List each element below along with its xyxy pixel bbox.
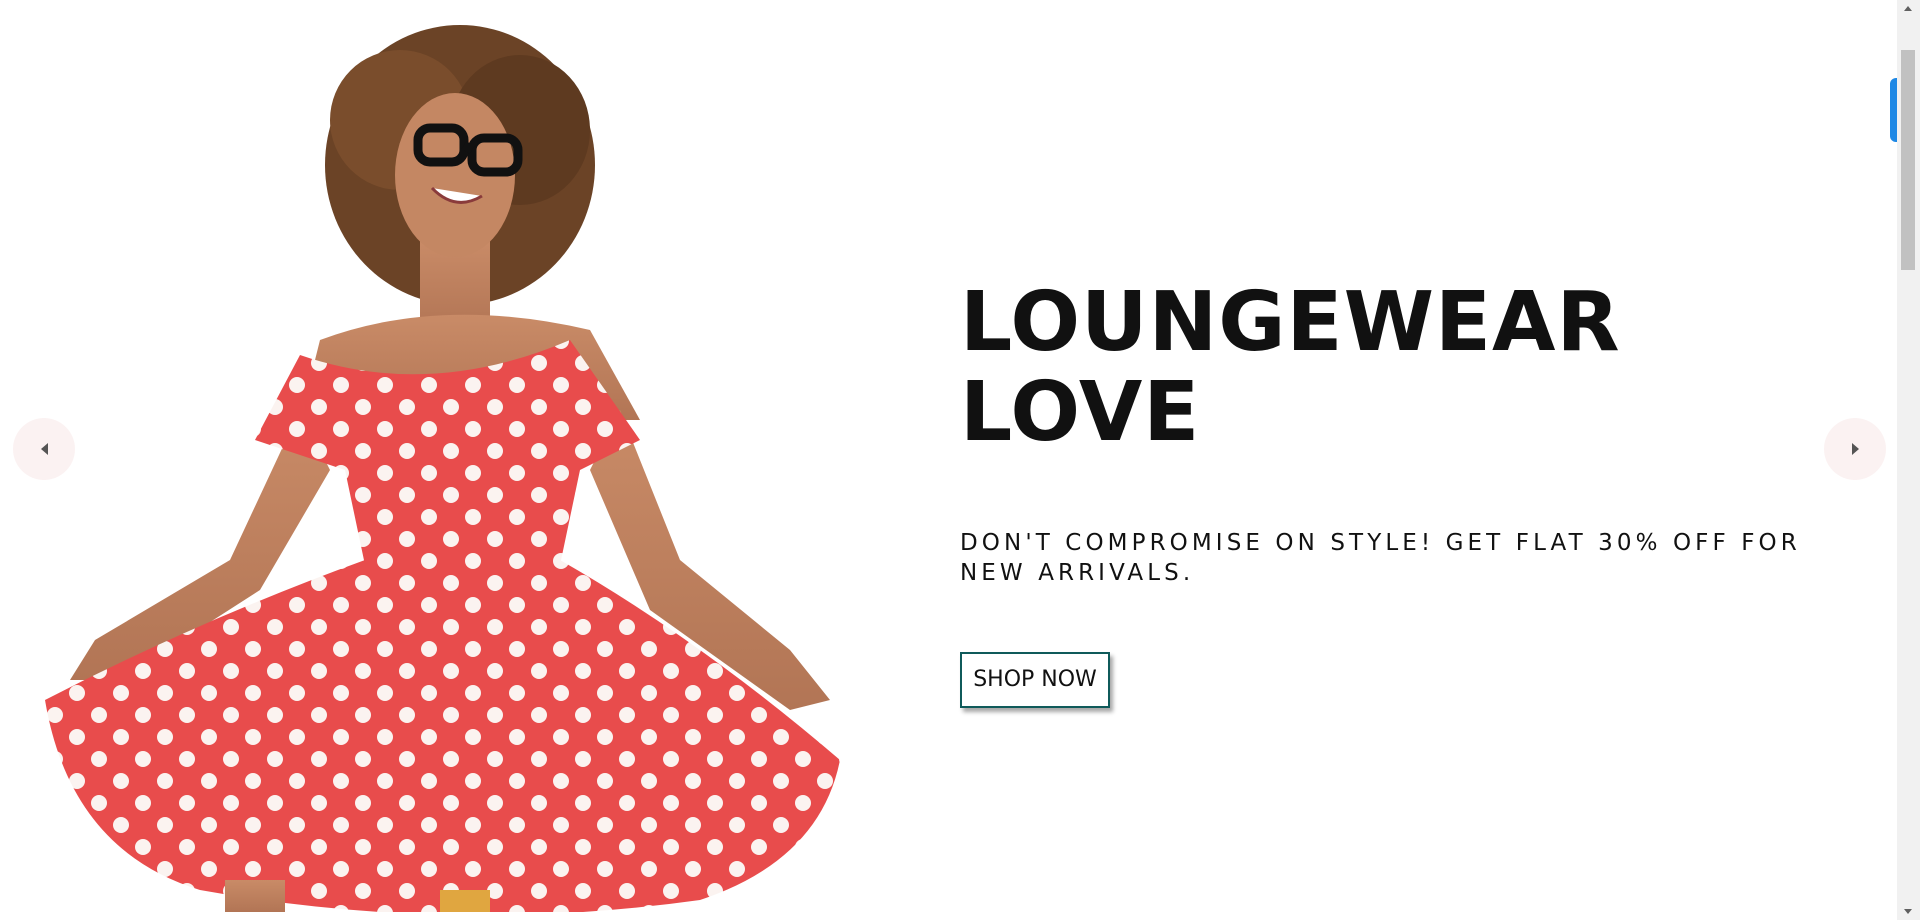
caret-left-icon [40,443,48,455]
caret-right-icon [1851,443,1859,455]
hero-model-image [0,0,880,912]
slide-title: LOUNGEWEAR LOVE [960,275,1621,461]
scroll-up-arrow-icon[interactable] [1904,6,1912,11]
vertical-scrollbar[interactable] [1897,0,1920,920]
slide-subtitle: DON'T COMPROMISE ON STYLE! GET FLAT 30% … [960,530,1801,587]
carousel-prev-button[interactable] [13,418,75,480]
scroll-down-arrow-icon[interactable] [1904,909,1912,914]
slide-caption: LOUNGEWEAR LOVE DON'T COMPROMISE ON STYL… [960,275,1840,709]
shop-now-button[interactable]: SHOP NOW [960,652,1110,709]
scroll-thumb[interactable] [1901,50,1915,270]
hero-slider: LOUNGEWEAR LOVE DON'T COMPROMISE ON STYL… [0,0,1920,920]
